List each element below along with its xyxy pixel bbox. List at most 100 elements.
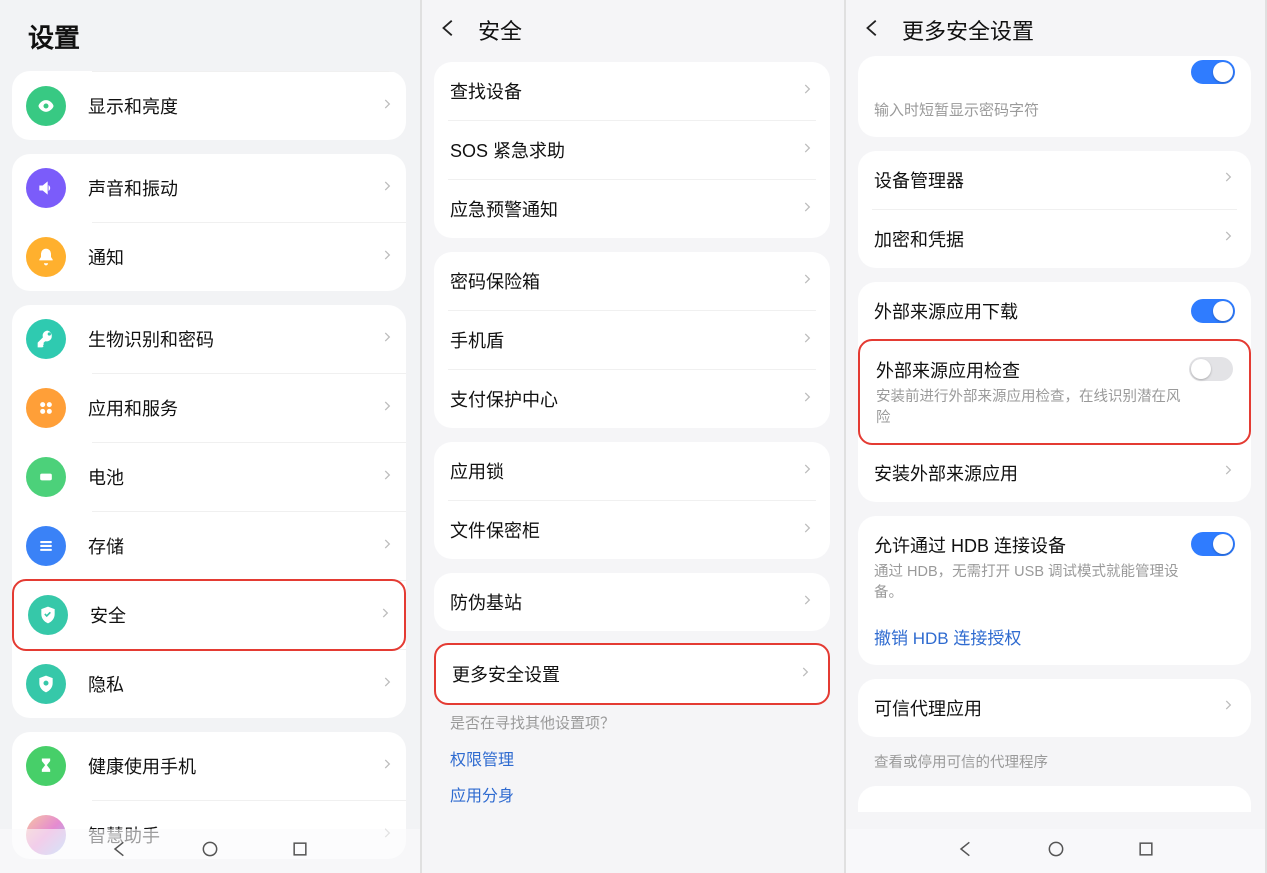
settings-row-sound[interactable]: 声音和振动 bbox=[12, 154, 406, 222]
row-label: 生物识别和密码 bbox=[88, 326, 380, 352]
chevron-right-icon bbox=[800, 390, 814, 409]
shield-dot-icon bbox=[26, 664, 66, 704]
nav-bar bbox=[846, 829, 1265, 873]
settings-row-security[interactable]: 安全 bbox=[12, 579, 406, 651]
row-label: 加密和凭据 bbox=[874, 226, 1221, 252]
row-label: 密码保险箱 bbox=[450, 268, 800, 294]
footer-link-permissions[interactable]: 权限管理 bbox=[450, 740, 814, 776]
nav-back-icon[interactable] bbox=[110, 839, 130, 864]
toggle-external-check[interactable] bbox=[1189, 357, 1233, 381]
more-row-password-visible[interactable]: 密码可见 bbox=[858, 56, 1251, 100]
row-label: 设备管理器 bbox=[874, 167, 1221, 193]
settings-row-privacy[interactable]: 隐私 bbox=[12, 650, 406, 718]
row-label: 手机盾 bbox=[450, 327, 800, 353]
row-label: 显示和亮度 bbox=[88, 93, 380, 119]
security-row-emergency-alert[interactable]: 应急预警通知 bbox=[434, 180, 830, 238]
row-label: 声音和振动 bbox=[88, 175, 380, 201]
toggle-external-download[interactable] bbox=[1191, 299, 1235, 323]
rectangle-icon bbox=[26, 457, 66, 497]
page-title: 更多安全设置 bbox=[902, 14, 1034, 46]
chevron-right-icon bbox=[380, 248, 394, 267]
nav-back-icon[interactable] bbox=[956, 839, 976, 864]
revoke-hdb-link[interactable]: 撤销 HDB 连接授权 bbox=[858, 620, 1251, 665]
row-label: 允许通过 HDB 连接设备 bbox=[874, 532, 1191, 558]
more-row-external-download[interactable]: 外部来源应用下载 bbox=[858, 282, 1251, 340]
security-row-payment-protect[interactable]: 支付保护中心 bbox=[434, 370, 830, 428]
row-label: 支付保护中心 bbox=[450, 386, 800, 412]
security-row-find-device[interactable]: 查找设备 bbox=[434, 62, 830, 120]
security-row-password-vault[interactable]: 密码保险箱 bbox=[434, 252, 830, 310]
volume-icon bbox=[26, 168, 66, 208]
toggle-hdb[interactable] bbox=[1191, 532, 1235, 556]
settings-row-battery[interactable]: 电池 bbox=[12, 443, 406, 511]
chevron-right-icon bbox=[800, 141, 814, 160]
row-desc: 输入时短暂显示密码字符 bbox=[858, 100, 1251, 127]
settings-row-digital-wellbeing[interactable]: 健康使用手机 bbox=[12, 732, 406, 800]
back-button[interactable] bbox=[438, 17, 460, 44]
chevron-right-icon bbox=[800, 521, 814, 540]
toggle-password-visible[interactable] bbox=[1191, 60, 1235, 84]
hourglass-icon bbox=[26, 746, 66, 786]
security-row-phone-shield[interactable]: 手机盾 bbox=[434, 311, 830, 369]
chevron-right-icon bbox=[380, 399, 394, 418]
nav-home-icon[interactable] bbox=[200, 839, 220, 864]
grid-icon bbox=[26, 388, 66, 428]
more-row-trusted-agent[interactable]: 可信代理应用 bbox=[858, 679, 1251, 737]
chevron-right-icon bbox=[800, 272, 814, 291]
nav-recent-icon[interactable] bbox=[1136, 839, 1156, 864]
settings-row-notify[interactable]: 通知 bbox=[12, 223, 406, 291]
chevron-right-icon bbox=[800, 200, 814, 219]
footer-question: 是否在寻找其他设置项？ bbox=[450, 713, 814, 740]
security-row-more-settings[interactable]: 更多安全设置 bbox=[436, 645, 828, 703]
chevron-right-icon bbox=[1221, 170, 1235, 189]
chevron-right-icon bbox=[380, 537, 394, 556]
row-desc: 通过 HDB，无需打开 USB 调试模式就能管理设备。 bbox=[874, 562, 1191, 604]
eye-icon bbox=[26, 86, 66, 126]
chevron-right-icon bbox=[800, 82, 814, 101]
more-row-install-external[interactable]: 安装外部来源应用 bbox=[858, 444, 1251, 502]
row-label: 通知 bbox=[88, 244, 380, 270]
security-row-sos[interactable]: SOS 紧急求助 bbox=[434, 121, 830, 179]
row-label: 健康使用手机 bbox=[88, 753, 380, 779]
more-row-device-admin[interactable]: 设备管理器 bbox=[858, 151, 1251, 209]
settings-row-apps[interactable]: 应用和服务 bbox=[12, 374, 406, 442]
page-title: 设置 bbox=[0, 0, 420, 65]
chevron-right-icon bbox=[1221, 698, 1235, 717]
chevron-right-icon bbox=[380, 179, 394, 198]
nav-recent-icon[interactable] bbox=[290, 839, 310, 864]
security-row-app-lock[interactable]: 应用锁 bbox=[434, 442, 830, 500]
row-label: 安全 bbox=[90, 602, 378, 628]
chevron-right-icon bbox=[800, 593, 814, 612]
security-row-file-safe[interactable]: 文件保密柜 bbox=[434, 501, 830, 559]
chevron-right-icon bbox=[800, 462, 814, 481]
row-label: 隐私 bbox=[88, 671, 380, 697]
shield-check-icon bbox=[28, 595, 68, 635]
settings-row-storage[interactable]: 存储 bbox=[12, 512, 406, 580]
partial-card bbox=[858, 786, 1251, 812]
bell-icon bbox=[26, 237, 66, 277]
more-row-external-check[interactable]: 外部来源应用检查 安装前进行外部来源应用检查，在线识别潜在风险 bbox=[858, 339, 1251, 445]
row-label: 查找设备 bbox=[450, 78, 800, 104]
footer-link-app-twin[interactable]: 应用分身 bbox=[450, 776, 814, 812]
back-button[interactable] bbox=[862, 17, 884, 44]
more-row-encryption[interactable]: 加密和凭据 bbox=[858, 210, 1251, 268]
settings-row-biometric[interactable]: 生物识别和密码 bbox=[12, 305, 406, 373]
footer-suggestions: 是否在寻找其他设置项？ 权限管理 应用分身 bbox=[434, 703, 830, 832]
chevron-right-icon bbox=[800, 331, 814, 350]
row-label: 电池 bbox=[88, 464, 380, 490]
row-label: 外部来源应用检查 bbox=[876, 357, 1189, 383]
security-row-fake-base-station[interactable]: 防伪基站 bbox=[434, 573, 830, 631]
chevron-right-icon bbox=[380, 675, 394, 694]
nav-home-icon[interactable] bbox=[1046, 839, 1066, 864]
row-label: 存储 bbox=[88, 533, 380, 559]
page-title: 安全 bbox=[478, 14, 522, 46]
row-label: 应用锁 bbox=[450, 458, 800, 484]
settings-row-display[interactable]: 显示和亮度 bbox=[12, 72, 406, 140]
chevron-right-icon bbox=[380, 757, 394, 776]
row-label: 外部来源应用下载 bbox=[874, 298, 1191, 324]
more-row-hdb[interactable]: 允许通过 HDB 连接设备 通过 HDB，无需打开 USB 调试模式就能管理设备… bbox=[858, 516, 1251, 620]
chevron-right-icon bbox=[380, 330, 394, 349]
row-desc: 安装前进行外部来源应用检查，在线识别潜在风险 bbox=[876, 387, 1189, 429]
row-label: 应急预警通知 bbox=[450, 196, 800, 222]
row-label: 防伪基站 bbox=[450, 589, 800, 615]
